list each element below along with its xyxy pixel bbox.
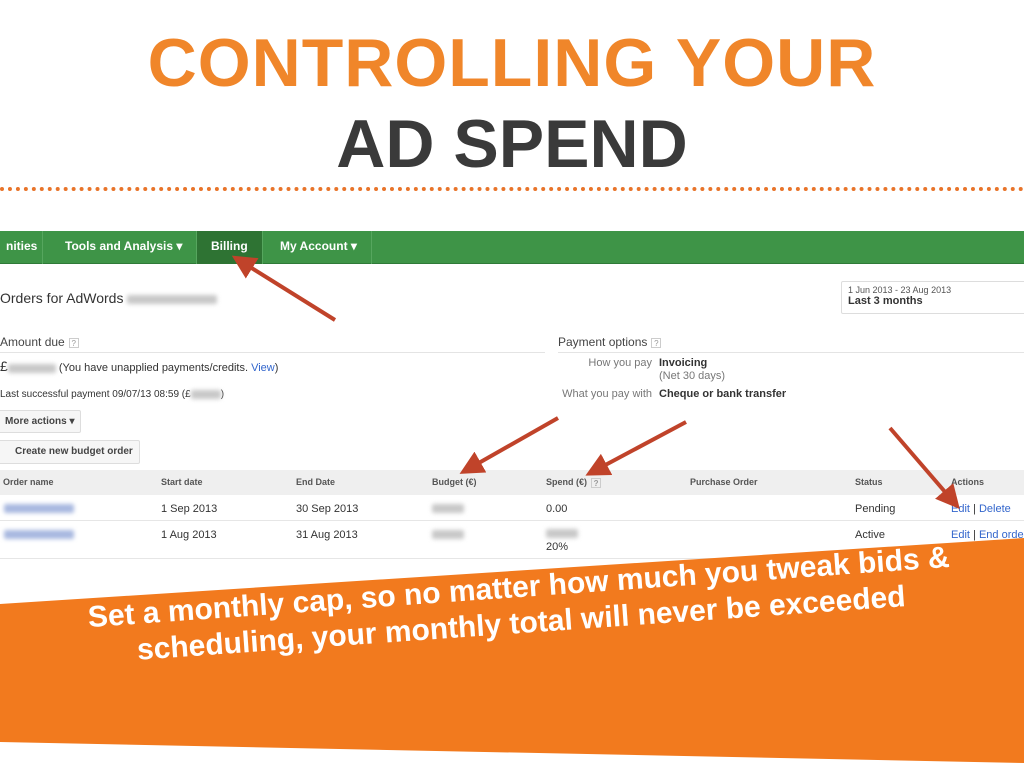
arrow-billing (231, 255, 337, 322)
arrow-spend (585, 420, 687, 476)
arrow-budget (459, 416, 559, 474)
arrow-edit (888, 426, 960, 510)
